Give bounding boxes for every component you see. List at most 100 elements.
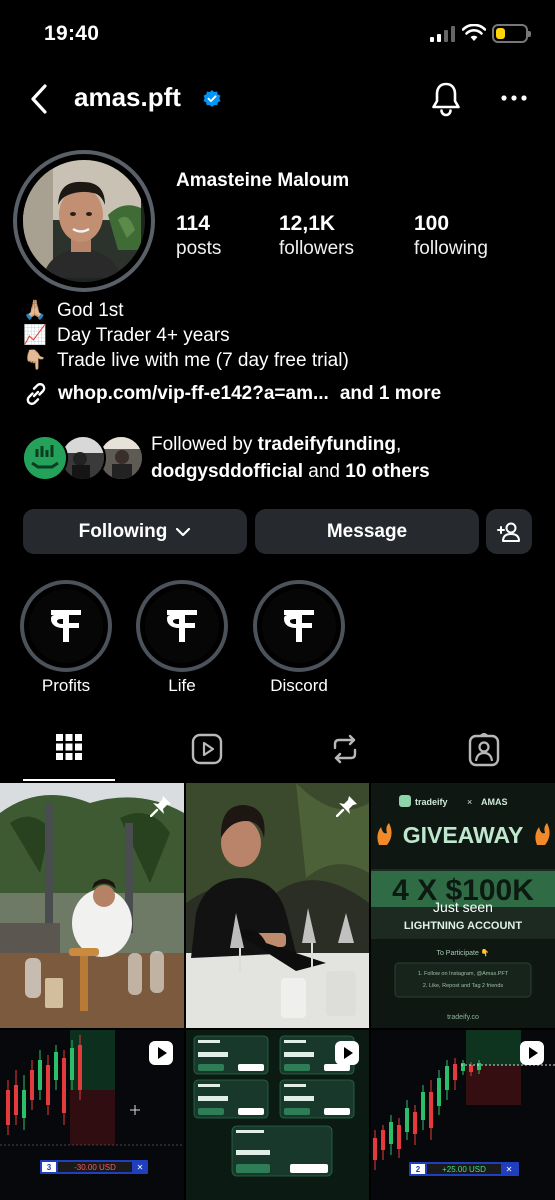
highlight-label: Discord xyxy=(270,676,328,695)
pointing-down-emoji: 👇🏼 xyxy=(23,350,47,371)
close-position-x: ✕ xyxy=(506,1165,513,1174)
highlight-life[interactable]: Life xyxy=(136,580,228,696)
participate-title: To Participate 👇 xyxy=(436,948,489,957)
profile-username: amas.pft xyxy=(74,82,181,112)
account-type: LIGHTNING ACCOUNT xyxy=(404,920,522,932)
participate-step: 2. Like, Repost and Tag 2 friends xyxy=(423,983,504,989)
posts-count[interactable]: 114 posts xyxy=(176,211,221,262)
link-text[interactable]: whop.com/vip-ff-e142?a=am... xyxy=(58,383,329,405)
bio-text: Day Trader 4+ years xyxy=(57,325,230,346)
post-thumbnail[interactable] xyxy=(186,783,369,1028)
highlight-profits[interactable]: Profits xyxy=(20,580,112,696)
post-thumbnail[interactable] xyxy=(186,1030,369,1200)
reel-play-icon xyxy=(335,1041,359,1065)
position-count: 2 xyxy=(416,1165,421,1174)
profile-link[interactable]: whop.com/vip-ff-e142?a=am... and 1 more xyxy=(23,381,441,407)
suggested-users-button[interactable] xyxy=(486,509,532,554)
posts-grid: tradeify × AMAS GIVEAWAY 4 X $100K Just … xyxy=(0,783,555,1200)
highlight-cover xyxy=(262,589,336,663)
chart-increasing-emoji: 📈 xyxy=(23,325,47,346)
following-button-label: Following xyxy=(78,520,168,542)
tab-reposts[interactable] xyxy=(288,733,402,781)
post-thumbnail[interactable] xyxy=(0,783,184,1028)
bio-text: God 1st xyxy=(57,300,124,321)
mutual-user-1[interactable]: tradeifyfunding xyxy=(258,434,396,455)
position-count: 3 xyxy=(47,1163,52,1172)
highlight-ring xyxy=(253,580,345,672)
link-icon xyxy=(26,382,46,406)
wifi-icon xyxy=(462,24,486,41)
message-button[interactable]: Message xyxy=(255,509,479,554)
avatar xyxy=(23,160,145,282)
pf-logo-icon xyxy=(284,610,314,642)
reels-icon xyxy=(191,733,223,765)
post-thumbnail[interactable]: 2 +25.00 USD ✕ xyxy=(371,1030,555,1200)
followers-count[interactable]: 12,1K followers xyxy=(279,211,354,262)
mutual-others[interactable]: 10 others xyxy=(345,461,429,482)
praying-hands-emoji: 🙏🏼 xyxy=(23,300,47,321)
more-options-icon[interactable] xyxy=(500,88,528,108)
active-tab-indicator xyxy=(23,779,115,781)
mutual-user-2[interactable]: dodgysddofficial xyxy=(151,461,303,482)
tab-reels[interactable] xyxy=(150,733,264,781)
close-position-x: ✕ xyxy=(137,1163,144,1172)
stat-value: 100 xyxy=(414,212,450,235)
highlight-ring xyxy=(20,580,112,672)
pinned-icon xyxy=(150,796,171,817)
just-seen-label: Just seen xyxy=(433,899,493,915)
profile-full-name: Amasteine Maloum xyxy=(176,170,350,191)
followed-by-text[interactable]: Followed by tradeifyfunding, dodgysddoff… xyxy=(151,431,430,485)
partner-name: AMAS xyxy=(481,797,508,807)
bio-line: 👇🏼 Trade live with me (7 day free trial) xyxy=(23,348,349,373)
cellular-signal-icon xyxy=(430,26,455,42)
tab-tagged[interactable] xyxy=(427,733,541,781)
highlight-label: Profits xyxy=(41,676,91,695)
followed-by-prefix: Followed by xyxy=(151,434,258,455)
separator: , xyxy=(395,434,402,455)
giveaway-graphic: tradeify × AMAS GIVEAWAY 4 X $100K Just … xyxy=(371,783,555,1028)
reel-play-icon xyxy=(149,1041,173,1065)
mutual-followers-avatars[interactable] xyxy=(22,435,144,483)
notifications-bell-icon[interactable] xyxy=(430,81,462,117)
status-time: 19:40 xyxy=(44,22,100,45)
verified-badge-icon xyxy=(203,90,221,107)
separator-x: × xyxy=(467,797,472,807)
pf-logo-icon xyxy=(51,610,81,642)
stat-value: 12,1K xyxy=(279,212,336,235)
add-user-icon xyxy=(497,522,520,542)
tab-posts-grid[interactable] xyxy=(12,733,126,781)
highlight-cover xyxy=(29,589,103,663)
pnl-value: -30.00 USD xyxy=(74,1163,116,1172)
pf-logo-icon xyxy=(167,610,197,642)
profile-avatar-ring[interactable] xyxy=(13,150,155,292)
avatar xyxy=(22,435,68,481)
and-text: and xyxy=(303,461,346,482)
highlight-discord[interactable]: Discord xyxy=(253,580,345,696)
bio-text: Trade live with me (7 day free trial) xyxy=(57,350,349,371)
pinned-icon xyxy=(336,796,357,817)
post-thumbnail[interactable]: tradeify × AMAS GIVEAWAY 4 X $100K Just … xyxy=(371,783,555,1028)
bio-line: 📈 Day Trader 4+ years xyxy=(23,323,230,348)
pnl-value: +25.00 USD xyxy=(442,1165,486,1174)
following-count[interactable]: 100 following xyxy=(414,211,488,262)
message-button-label: Message xyxy=(326,520,408,542)
giveaway-headline: GIVEAWAY xyxy=(403,822,524,848)
battery-icon xyxy=(492,24,531,43)
post-thumbnail[interactable]: 3 -30.00 USD ✕ xyxy=(0,1030,184,1200)
highlight-cover xyxy=(145,589,219,663)
link-more[interactable]: and 1 more xyxy=(340,383,441,405)
stat-label: posts xyxy=(176,238,222,259)
grid-icon xyxy=(56,734,82,760)
highlight-ring xyxy=(136,580,228,672)
back-icon[interactable] xyxy=(26,82,52,116)
highlight-label: Life xyxy=(168,676,196,695)
stat-value: 114 xyxy=(176,212,210,235)
giveaway-footer: tradeify.co xyxy=(447,1014,479,1021)
brand-name: tradeify xyxy=(415,797,448,807)
tagged-icon xyxy=(468,733,500,767)
reel-play-icon xyxy=(520,1041,544,1065)
following-button[interactable]: Following xyxy=(23,509,247,554)
bio-line: 🙏🏼 God 1st xyxy=(23,298,124,323)
stat-label: following xyxy=(414,238,488,259)
chevron-down-icon xyxy=(176,527,191,536)
